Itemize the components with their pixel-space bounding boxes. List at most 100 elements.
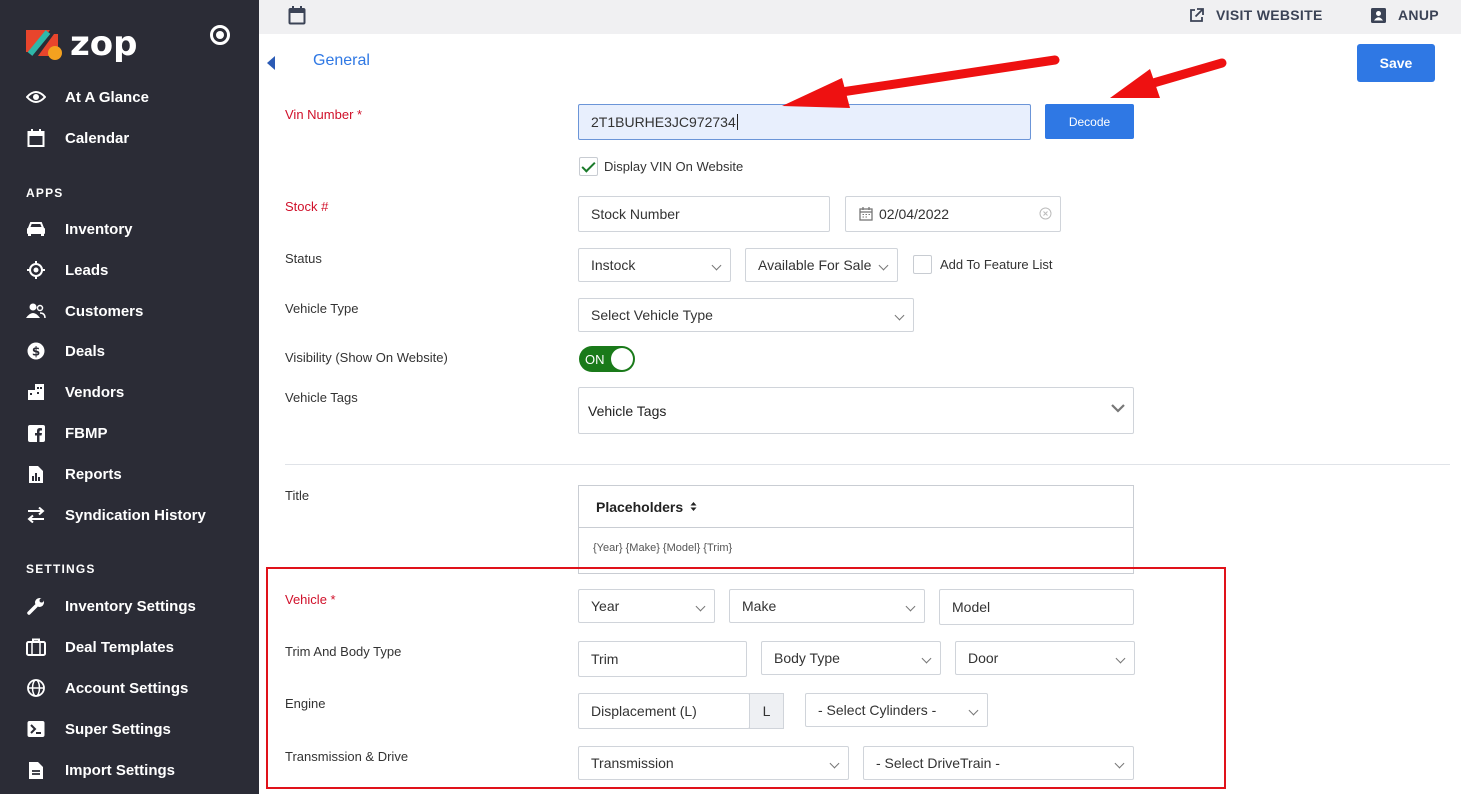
make-value: Make: [742, 598, 777, 614]
tab-bar: General Save: [259, 34, 1461, 90]
vin-input[interactable]: 2T1BURHE3JC972734: [578, 104, 1031, 140]
vin-value: 2T1BURHE3JC972734: [591, 114, 736, 130]
feature-list-checkbox[interactable]: [913, 255, 932, 274]
sidebar-item-label: Super Settings: [65, 720, 171, 738]
sidebar-item-reports[interactable]: Reports: [26, 463, 246, 485]
user-name: ANUP: [1398, 7, 1439, 23]
model-input[interactable]: Model: [939, 589, 1134, 625]
vehicle-type-select[interactable]: Select Vehicle Type: [578, 298, 914, 332]
cylinders-select[interactable]: - Select Cylinders -: [805, 693, 988, 727]
transmission-select[interactable]: Transmission: [578, 746, 849, 780]
top-bar: VISIT WEBSITE ANUP: [259, 0, 1461, 34]
visibility-toggle[interactable]: ON: [579, 346, 635, 372]
trim-input[interactable]: Trim: [578, 641, 747, 677]
sidebar-item-label: Deal Templates: [65, 638, 174, 656]
decode-button[interactable]: Decode: [1045, 104, 1134, 139]
vehicle-tags-label: Vehicle Tags: [285, 390, 358, 405]
title-template-text[interactable]: {Year} {Make} {Model} {Trim}: [579, 528, 1133, 554]
sidebar-item-inventory-settings[interactable]: Inventory Settings: [26, 595, 246, 617]
drivetrain-value: - Select DriveTrain -: [876, 755, 1000, 771]
trim-value: Trim: [591, 651, 619, 667]
svg-text:$: $: [32, 345, 40, 359]
availability-select[interactable]: Available For Sale: [745, 248, 898, 282]
sidebar-item-at-a-glance[interactable]: At A Glance: [26, 86, 246, 108]
car-icon: [26, 219, 46, 239]
sidebar-item-inventory[interactable]: Inventory: [26, 218, 246, 240]
sidebar-item-deals[interactable]: $ Deals: [26, 340, 246, 362]
save-button[interactable]: Save: [1357, 44, 1435, 82]
displacement-input[interactable]: Displacement (L): [578, 693, 750, 729]
sidebar-item-label: Calendar: [65, 129, 130, 147]
sidebar-item-fbmp[interactable]: FBMP: [26, 422, 246, 444]
visit-website-label: VISIT WEBSITE: [1216, 7, 1323, 23]
transmission-value: Transmission: [591, 755, 674, 771]
displacement-value: Displacement (L): [591, 703, 697, 719]
sidebar-item-label: Leads: [65, 261, 109, 279]
briefcase-icon: [26, 637, 46, 657]
year-select[interactable]: Year: [578, 589, 715, 623]
sidebar-item-calendar[interactable]: Calendar: [26, 127, 246, 149]
external-link-icon: [1189, 7, 1204, 23]
date-calendar-icon: [859, 207, 873, 221]
user-icon: [1371, 7, 1386, 23]
stock-date-input[interactable]: 02/04/2022: [845, 196, 1061, 232]
back-caret-icon[interactable]: [267, 56, 275, 70]
sidebar-collapse-toggle[interactable]: [210, 25, 230, 45]
visit-website-link[interactable]: VISIT WEBSITE: [1189, 7, 1323, 23]
toggle-state-label: ON: [585, 352, 605, 367]
body-type-value: Body Type: [774, 650, 840, 666]
model-value: Model: [952, 599, 991, 615]
vehicle-type-label: Vehicle Type: [285, 301, 359, 316]
zop-logo-mark: [24, 26, 64, 62]
status-value: Instock: [591, 257, 636, 273]
terminal-icon: [26, 719, 46, 739]
sidebar-item-account-settings[interactable]: Account Settings: [26, 677, 246, 699]
report-icon: [26, 464, 46, 484]
sidebar-item-customers[interactable]: Customers: [26, 300, 246, 322]
section-divider: [285, 464, 1450, 465]
engine-label: Engine: [285, 696, 326, 711]
sidebar-item-label: Deals: [65, 342, 106, 360]
swap-icon: [26, 505, 46, 525]
sidebar-item-leads[interactable]: Leads: [26, 259, 246, 281]
sidebar-item-deal-templates[interactable]: Deal Templates: [26, 636, 246, 658]
display-vin-checkbox[interactable]: [579, 157, 598, 176]
vehicle-type-value: Select Vehicle Type: [591, 307, 713, 323]
sidebar-item-label: At A Glance: [65, 88, 149, 106]
sidebar-item-import-settings[interactable]: Import Settings: [26, 759, 246, 781]
tab-general[interactable]: General: [313, 52, 370, 70]
placeholders-dropdown[interactable]: Placeholders: [579, 486, 1133, 528]
calendar-icon[interactable]: [288, 6, 306, 30]
sidebar-item-syndication-history[interactable]: Syndication History: [26, 504, 246, 526]
user-menu[interactable]: ANUP: [1371, 7, 1439, 23]
globe-icon: [26, 678, 46, 698]
make-select[interactable]: Make: [729, 589, 925, 623]
stock-date-value: 02/04/2022: [879, 206, 950, 222]
toggle-knob: [611, 348, 633, 370]
clear-date-icon[interactable]: [1039, 207, 1052, 220]
drivetrain-select[interactable]: - Select DriveTrain -: [863, 746, 1134, 780]
vehicle-tags-select[interactable]: Vehicle Tags: [578, 387, 1134, 434]
brand-name: zop: [70, 24, 138, 64]
body-type-select[interactable]: Body Type: [761, 641, 941, 675]
status-select[interactable]: Instock: [578, 248, 731, 282]
display-vin-label: Display VIN On Website: [604, 159, 744, 174]
building-icon: [26, 382, 46, 402]
sidebar-item-super-settings[interactable]: Super Settings: [26, 718, 246, 740]
vin-label: Vin Number *: [285, 107, 363, 122]
stock-number-placeholder: Stock Number: [591, 206, 680, 222]
chevron-down-icon: [1111, 404, 1125, 413]
calendar-icon: [26, 128, 46, 148]
title-label: Title: [285, 488, 310, 503]
sidebar-item-label: Vendors: [65, 383, 125, 401]
zop-logo[interactable]: zop: [24, 24, 138, 64]
stock-number-input[interactable]: Stock Number: [578, 196, 830, 232]
sidebar-item-label: Customers: [65, 302, 144, 320]
users-icon: [26, 301, 46, 321]
sidebar-item-label: Import Settings: [65, 761, 176, 779]
sidebar-item-vendors[interactable]: Vendors: [26, 381, 246, 403]
transmission-drive-label: Transmission & Drive: [285, 749, 409, 764]
visibility-label: Visibility (Show On Website): [285, 350, 448, 365]
facebook-icon: [26, 423, 46, 443]
door-select[interactable]: Door: [955, 641, 1135, 675]
